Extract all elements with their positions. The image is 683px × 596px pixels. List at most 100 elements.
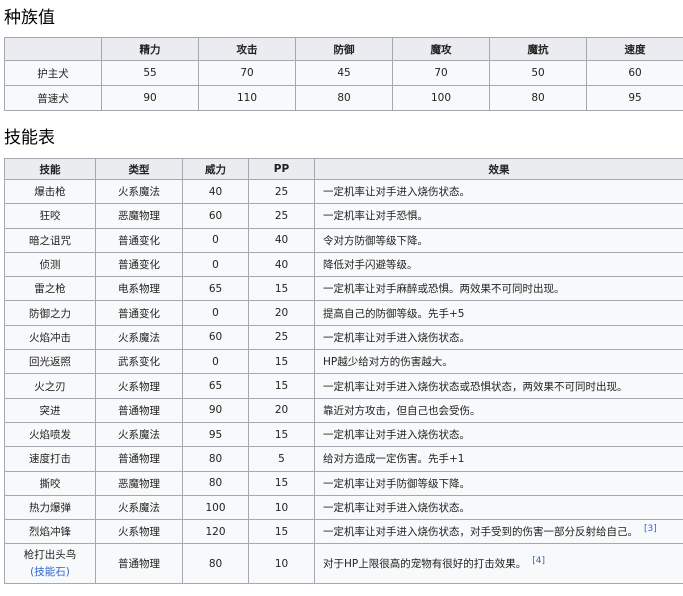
pet-name-cell: 护主犬 xyxy=(5,61,102,86)
table-row: 普速犬90110801008095 xyxy=(5,86,683,111)
skill-name-cell: 火焰冲击 xyxy=(5,325,96,349)
skill-name-cell: 火之刃 xyxy=(5,374,96,398)
skill-name-cell: 突进 xyxy=(5,398,96,422)
skill-effect-cell: 靠近对方攻击，但自己也会受伤。 xyxy=(315,398,683,422)
skill-name-cell: 热力爆弹 xyxy=(5,495,96,519)
skill-pp-cell: 10 xyxy=(249,544,315,584)
skill-name-cell: 撕咬 xyxy=(5,471,96,495)
skill-power-cell: 120 xyxy=(183,520,249,544)
table-row: 防御之力普通变化020提高自己的防御等级。先手+5 xyxy=(5,301,683,325)
skill-name: 火之刃 xyxy=(34,381,66,393)
stat-value-cell: 110 xyxy=(199,86,296,111)
stat-value-cell: 95 xyxy=(587,86,683,111)
skill-stone-link[interactable]: (技能石) xyxy=(30,566,70,578)
reference-link[interactable]: [3] xyxy=(644,524,657,534)
skill-name-cell: 枪打出头鸟 (技能石) xyxy=(5,544,96,584)
skill-type-cell: 普通变化 xyxy=(96,301,183,325)
skill-pp-cell: 25 xyxy=(249,325,315,349)
skill-name: 撕咬 xyxy=(40,478,61,490)
stat-value-cell: 70 xyxy=(393,61,490,86)
table-row: 雷之枪电系物理6515一定机率让对手麻醉或恐惧。两效果不可同时出现。 xyxy=(5,277,683,301)
skill-pp-cell: 15 xyxy=(249,422,315,446)
skill-effect-cell: 一定机率让对手进入烧伤状态。 xyxy=(315,495,683,519)
skills-table: 技能 类型 威力 PP 效果 爆击枪火系魔法4025一定机率让对手进入烧伤状态。… xyxy=(4,158,683,584)
skill-effect-text: 一定机率让对手进入烧伤状态或恐惧状态，两效果不可同时出现。 xyxy=(323,381,628,393)
stats-table: 精力 攻击 防御 魔攻 魔抗 速度 护主犬557045705060普速犬9011… xyxy=(4,37,683,111)
skill-effect-cell: 对于HP上限很高的宠物有很好的打击效果。 [4] xyxy=(315,544,683,584)
skill-name: 火焰喷发 xyxy=(29,429,71,441)
skill-power-cell: 95 xyxy=(183,422,249,446)
table-row: 火焰喷发 火系魔法9515一定机率让对手进入烧伤状态。 xyxy=(5,422,683,446)
skill-effect-cell: 一定机率让对手进入烧伤状态。 xyxy=(315,422,683,446)
stats-header-cell: 精力 xyxy=(102,38,199,61)
table-row: 速度打击普通物理805给对方造成一定伤害。先手+1 xyxy=(5,447,683,471)
skill-pp-cell: 15 xyxy=(249,277,315,301)
skill-effect-text: 对于HP上限很高的宠物有很好的打击效果。 xyxy=(323,558,526,570)
skill-type-cell: 武系变化 xyxy=(96,350,183,374)
stat-value-cell: 70 xyxy=(199,61,296,86)
skill-type-cell: 电系物理 xyxy=(96,277,183,301)
skill-name: 回光返照 xyxy=(29,356,71,368)
skill-name-cell: 防御之力 xyxy=(5,301,96,325)
skill-name: 暗之诅咒 xyxy=(29,235,71,247)
skill-power-cell: 0 xyxy=(183,350,249,374)
table-row: 烈焰冲锋 火系物理12015一定机率让对手进入烧伤状态，对手受到的伤害一部分反射给… xyxy=(5,520,683,544)
skill-power-cell: 80 xyxy=(183,447,249,471)
skills-section-title: 技能表 xyxy=(0,127,55,149)
skill-power-cell: 65 xyxy=(183,374,249,398)
skills-header-row: 技能 类型 威力 PP 效果 xyxy=(5,159,683,180)
skill-name: 火焰冲击 xyxy=(29,332,71,344)
stat-value-cell: 80 xyxy=(490,86,587,111)
skill-effect-text: 一定机率让对手恐惧。 xyxy=(323,210,428,222)
skill-power-cell: 0 xyxy=(183,252,249,276)
reference-link[interactable]: [4] xyxy=(532,556,545,566)
skill-name-cell: 雷之枪 xyxy=(5,277,96,301)
stat-value-cell: 80 xyxy=(296,86,393,111)
skill-pp-cell: 15 xyxy=(249,520,315,544)
skill-type-cell: 火系魔法 xyxy=(96,180,183,204)
skill-power-cell: 80 xyxy=(183,471,249,495)
skill-type-cell: 火系物理 xyxy=(96,374,183,398)
table-row: 热力爆弹火系魔法10010一定机率让对手进入烧伤状态。 xyxy=(5,495,683,519)
stat-value-cell: 60 xyxy=(587,61,683,86)
skill-effect-cell: 一定机率让对手进入烧伤状态，对手受到的伤害一部分反射给自己。[3] xyxy=(315,520,683,544)
skill-pp-cell: 20 xyxy=(249,398,315,422)
skill-effect-text: HP越少给对方的伤害越大。 xyxy=(323,356,453,368)
page: 种族值 精力 攻击 防御 魔攻 魔抗 速度 护主犬557045705060普速犬… xyxy=(0,0,683,596)
skill-type-cell: 普通物理 xyxy=(96,544,183,584)
skill-effect-text: 一定机率让对手进入烧伤状态。 xyxy=(323,502,470,514)
skill-effect-text: 一定机率让对手防御等级下降。 xyxy=(323,478,470,490)
skill-name-cell: 狂咬 xyxy=(5,204,96,228)
skill-effect-cell: 一定机率让对手进入烧伤状态或恐惧状态，两效果不可同时出现。 xyxy=(315,374,683,398)
skill-effect-text: 令对方防御等级下降。 xyxy=(323,235,428,247)
skill-name-cell: 爆击枪 xyxy=(5,180,96,204)
stat-value-cell: 45 xyxy=(296,61,393,86)
skill-effect-cell: 一定机率让对手防御等级下降。 xyxy=(315,471,683,495)
skills-header-cell: 类型 xyxy=(96,159,183,180)
table-row: 撕咬恶魔物理8015一定机率让对手防御等级下降。 xyxy=(5,471,683,495)
skill-type-cell: 火系魔法 xyxy=(96,422,183,446)
skill-name: 枪打出头鸟 xyxy=(24,549,77,561)
skill-name-cell: 火焰喷发 xyxy=(5,422,96,446)
skill-effect-text: 降低对手闪避等级。 xyxy=(323,259,418,271)
skill-name: 狂咬 xyxy=(40,210,61,222)
skill-pp-cell: 25 xyxy=(249,204,315,228)
skill-effect-cell: 令对方防御等级下降。 xyxy=(315,228,683,252)
skill-pp-cell: 15 xyxy=(249,350,315,374)
stat-value-cell: 100 xyxy=(393,86,490,111)
skill-name: 烈焰冲锋 xyxy=(29,526,71,538)
table-row: 火之刃火系物理6515一定机率让对手进入烧伤状态或恐惧状态，两效果不可同时出现。 xyxy=(5,374,683,398)
skill-effect-cell: 降低对手闪避等级。 xyxy=(315,252,683,276)
skill-type-cell: 火系魔法 xyxy=(96,495,183,519)
stat-value-cell: 55 xyxy=(102,61,199,86)
skill-pp-cell: 20 xyxy=(249,301,315,325)
skill-pp-cell: 5 xyxy=(249,447,315,471)
table-row: 暗之诅咒普通变化040令对方防御等级下降。 xyxy=(5,228,683,252)
skill-type-cell: 火系物理 xyxy=(96,520,183,544)
skill-power-cell: 80 xyxy=(183,544,249,584)
skill-name: 热力爆弹 xyxy=(29,502,71,514)
table-row: 狂咬恶魔物理6025一定机率让对手恐惧。 xyxy=(5,204,683,228)
skill-power-cell: 60 xyxy=(183,325,249,349)
stats-header-cell: 攻击 xyxy=(199,38,296,61)
stat-value-cell: 90 xyxy=(102,86,199,111)
